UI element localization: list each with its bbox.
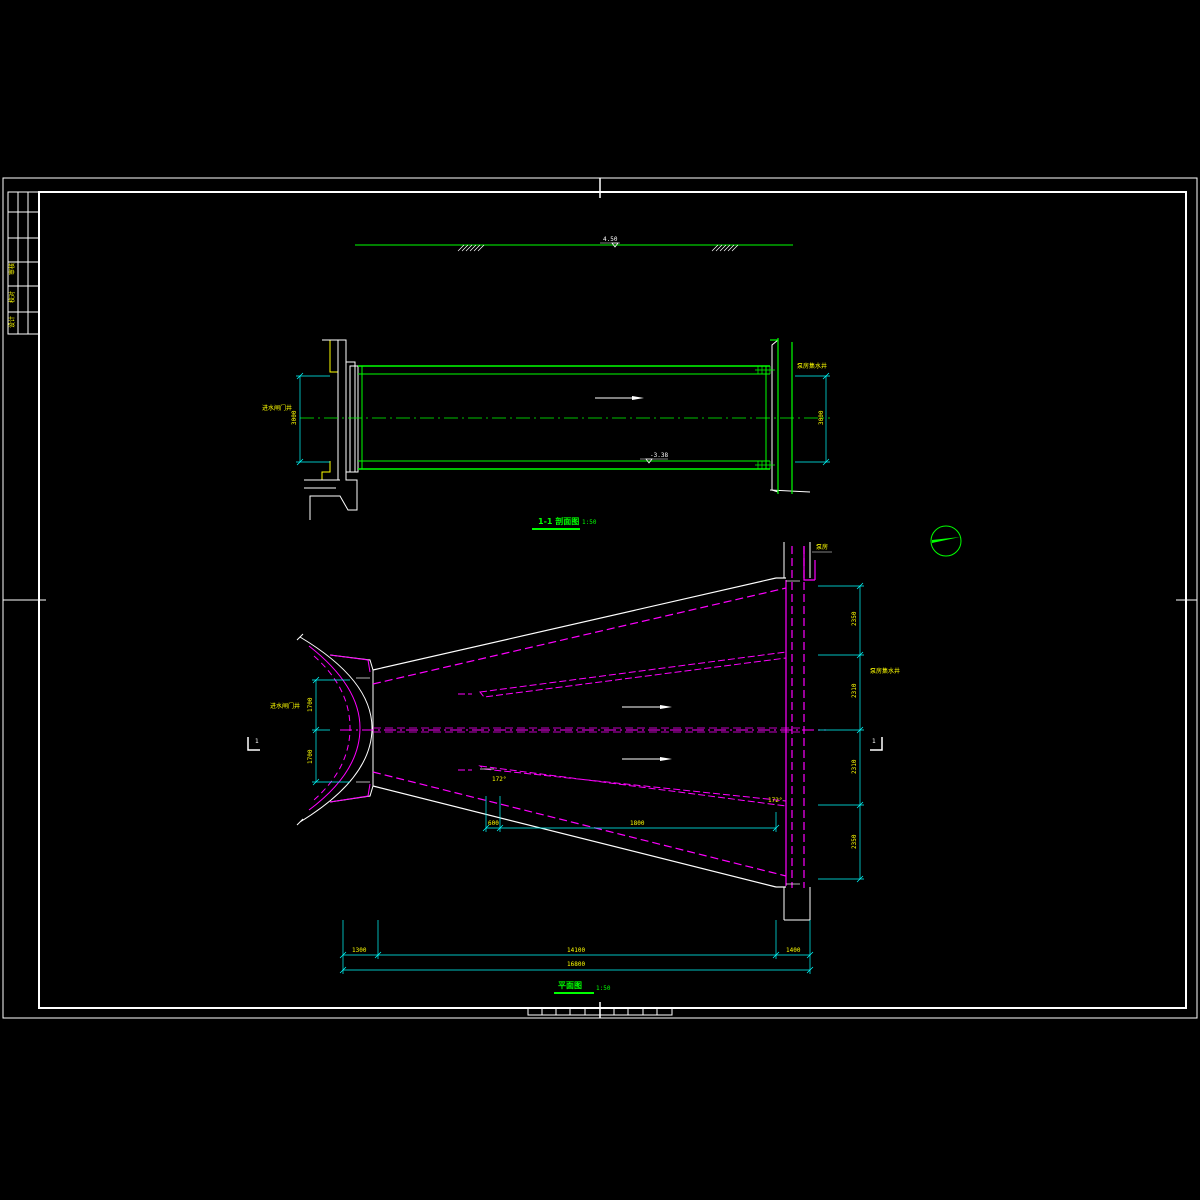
plan-left-dim-1: 1700: [307, 697, 314, 712]
section-left-wall: [321, 339, 338, 480]
plan-inner-dim-2: 1800: [630, 820, 645, 827]
section-flow-arrowhead: [632, 396, 644, 400]
plan-left-label: 进水闸门井: [270, 702, 300, 710]
section-right-height: 3000: [818, 410, 825, 425]
section-left-dimension: [296, 372, 330, 466]
section-view: -3.38 3000 进水闸门井 3000 泵房集水井 1-1 剖面图 1:50: [262, 338, 830, 530]
plan-right-wall: [783, 542, 811, 921]
section-right-wall-green: [770, 338, 793, 494]
plan-right-wall-magenta: [785, 546, 816, 888]
left-title-strip-text: 审核 校对 设计: [8, 263, 16, 328]
plan-right-dim-1: 2350: [851, 611, 858, 626]
plan-outer-walls: [372, 577, 786, 888]
ground-hatch-right: [711, 244, 739, 252]
section-mark-right-text: 1: [872, 738, 876, 745]
north-arrow-icon: [930, 525, 962, 557]
strip-text-3: 设计: [8, 316, 16, 328]
section-mark-left-text: 1: [255, 738, 259, 745]
plan-top-note: 泵房: [816, 543, 828, 551]
ground-line: 4.50: [355, 236, 793, 252]
plan-inlet-outline: [296, 633, 374, 826]
plan-bolts: [356, 580, 800, 885]
plan-guide-walls: [458, 651, 787, 807]
section-right-label: 泵房集水井: [797, 362, 827, 370]
bottom-level-text: -3.38: [650, 452, 668, 459]
plan-scale: 1:50: [596, 985, 611, 992]
plan-angle-2: 172°: [768, 797, 782, 804]
section-left-height: 3000: [291, 410, 298, 425]
section-title: 1-1 剖面图: [538, 516, 579, 526]
section-pipe: [358, 365, 770, 470]
section-left-label: 进水闸门井: [262, 404, 292, 412]
plan-inner-dim-1: 600: [488, 820, 499, 827]
plan-left-dimension: [312, 676, 350, 786]
plan-bottom-dim-2: 14100: [567, 947, 585, 954]
plan-left-dim-2: 1700: [307, 749, 314, 764]
ground-hatch-left: [457, 244, 485, 252]
plan-right-label: 泵房集水井: [870, 667, 900, 675]
plan-bottom-dim-1: 1300: [352, 947, 367, 954]
plan-right-dim-4: 2350: [851, 834, 858, 849]
plan-angle-1: 172°: [492, 776, 506, 783]
strip-text-1: 审核: [8, 263, 16, 275]
plan-view: 1 1 1700 1700 进水闸门井 2350 2310 2310 2350 …: [247, 542, 900, 994]
section-left-structure: [304, 339, 359, 520]
plan-total-dim: 16800: [567, 961, 585, 968]
strip-text-2: 校对: [8, 291, 16, 303]
plan-bottom-dim-3: 1400: [786, 947, 801, 954]
section-scale: 1:50: [582, 519, 597, 526]
cad-drawing: 审核 校对 设计 4.50 -3.38 3000 进水闸门井 3000 泵房集水…: [2, 177, 1198, 1019]
drawing-frame: [2, 177, 1198, 1019]
plan-right-dim-3: 2310: [851, 759, 858, 774]
ground-level-text: 4.50: [603, 236, 618, 243]
plan-right-dim-2: 2310: [851, 683, 858, 698]
plan-title: 平面图: [558, 981, 582, 990]
